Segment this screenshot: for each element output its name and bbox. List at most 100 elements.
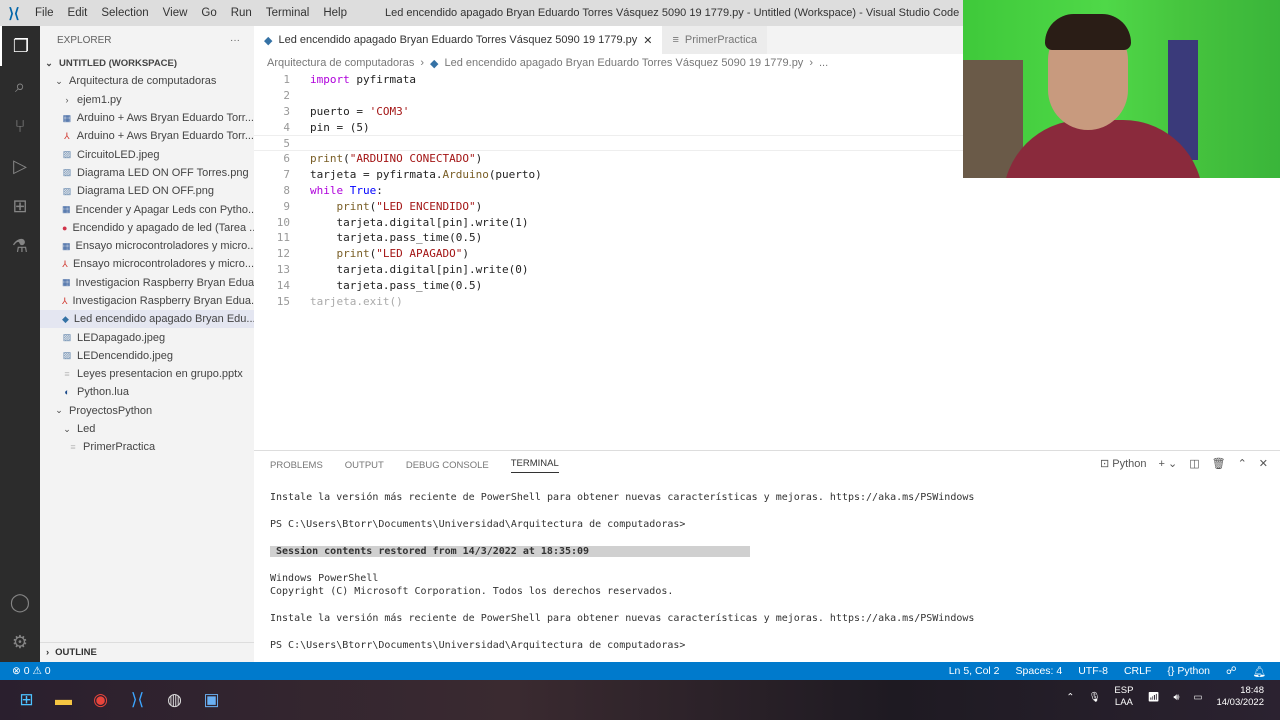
tab-terminal[interactable]: TERMINAL bbox=[510, 458, 559, 473]
file-item[interactable]: ▦ Ensayo microcontroladores y micro... bbox=[40, 237, 254, 255]
file-item[interactable]: ◐ Python.lua bbox=[40, 383, 254, 401]
pdf-icon: ⅄ bbox=[62, 295, 68, 306]
workspace-root[interactable]: ⌄ UNTITLED (WORKSPACE) bbox=[40, 54, 254, 72]
chevron-up-icon[interactable]: ⌃ bbox=[1066, 692, 1074, 703]
obs-icon[interactable]: ◍ bbox=[156, 690, 193, 710]
vscode-logo-icon: ⟩⟨ bbox=[8, 4, 20, 21]
terminal-panel: PROBLEMS OUTPUT DEBUG CONSOLE TERMINAL ⊡… bbox=[254, 450, 1280, 662]
window-title: Led encendido apagado Bryan Eduardo Torr… bbox=[385, 7, 960, 19]
webcam-overlay bbox=[963, 0, 1280, 178]
tab-output[interactable]: OUTPUT bbox=[345, 460, 384, 471]
tab-primerpractica[interactable]: ≡ PrimerPractica bbox=[662, 26, 768, 54]
new-terminal-button[interactable]: + ⌄ bbox=[1158, 457, 1177, 470]
split-terminal-button[interactable]: ◫ bbox=[1189, 457, 1199, 470]
folder-proyectospython[interactable]: ⌄ ProyectosPython bbox=[40, 402, 254, 420]
feedback-icon[interactable]: ☍ bbox=[1226, 665, 1237, 678]
file-item[interactable]: ▦ Investigacion Raspberry Bryan Edua... bbox=[40, 274, 254, 292]
menu-terminal[interactable]: Terminal bbox=[259, 7, 316, 19]
file-item[interactable]: ⅄ Ensayo microcontroladores y micro... bbox=[40, 255, 254, 273]
menu-file[interactable]: File bbox=[28, 7, 61, 19]
line-ending[interactable]: CRLF bbox=[1124, 665, 1151, 678]
breadcrumb-file[interactable]: Led encendido apagado Bryan Eduardo Torr… bbox=[445, 57, 804, 69]
code-line[interactable]: 15 tarjeta.exit() bbox=[254, 293, 1280, 309]
file-item[interactable]: ⅄ Investigacion Raspberry Bryan Edua... bbox=[40, 292, 254, 310]
clock[interactable]: 18:48 14/03/2022 bbox=[1216, 685, 1264, 709]
account-icon[interactable]: ◯ bbox=[0, 582, 40, 622]
terminal-output[interactable]: Instale la versión más reciente de Power… bbox=[254, 479, 1280, 653]
run-debug-icon[interactable]: ▷ bbox=[0, 146, 40, 186]
wifi-icon[interactable]: 📶︎ bbox=[1147, 692, 1159, 703]
chrome-icon[interactable]: ◉ bbox=[82, 690, 119, 710]
photos-icon[interactable]: ▣ bbox=[193, 690, 230, 710]
breadcrumb-symbol[interactable]: ... bbox=[819, 57, 828, 69]
menu-edit[interactable]: Edit bbox=[61, 7, 95, 19]
chevron-down-icon: ⌄ bbox=[55, 75, 63, 86]
code-line[interactable]: 13 tarjeta.digital[pin].write(0) bbox=[254, 262, 1280, 278]
microphone-icon[interactable]: 🎙︎ bbox=[1088, 692, 1100, 703]
maximize-panel-button[interactable]: ⌃ bbox=[1238, 457, 1247, 470]
tab-problems[interactable]: PROBLEMS bbox=[270, 460, 323, 471]
battery-icon[interactable]: ▭ bbox=[1193, 692, 1202, 703]
word-icon: ▦ bbox=[62, 112, 72, 123]
menu-run[interactable]: Run bbox=[224, 7, 259, 19]
file-item[interactable]: ▨ Diagrama LED ON OFF.png bbox=[40, 182, 254, 200]
indentation[interactable]: Spaces: 4 bbox=[1016, 665, 1063, 678]
tab-led-encendido[interactable]: ◆ Led encendido apagado Bryan Eduardo Tor… bbox=[254, 26, 663, 54]
file-item[interactable]: ▨ Diagrama LED ON OFF Torres.png bbox=[40, 164, 254, 182]
menu-help[interactable]: Help bbox=[316, 7, 354, 19]
word-icon: ▦ bbox=[62, 204, 71, 215]
close-panel-button[interactable]: ✕ bbox=[1259, 457, 1268, 470]
source-control-icon[interactable]: ⑂ bbox=[0, 106, 40, 146]
volume-icon[interactable]: 🔊︎ bbox=[1173, 692, 1179, 703]
file-label: Python.lua bbox=[77, 386, 129, 399]
folder-arquitectura[interactable]: ⌄ Arquitectura de computadoras bbox=[40, 72, 254, 90]
code-line[interactable]: 14 tarjeta.pass_time(0.5) bbox=[254, 277, 1280, 293]
gear-icon[interactable]: ⚙ bbox=[0, 622, 40, 662]
code-text: import pyfirmata bbox=[310, 73, 416, 87]
close-icon[interactable]: ✕ bbox=[643, 34, 652, 47]
windows-start-icon[interactable]: ⊞ bbox=[8, 690, 45, 710]
vscode-taskbar-icon[interactable]: ⟩⟨ bbox=[119, 690, 156, 710]
menu-view[interactable]: View bbox=[156, 7, 195, 19]
file-item[interactable]: ◆ Led encendido apagado Bryan Edu... bbox=[40, 310, 254, 329]
bell-icon[interactable]: 🔔︎ bbox=[1253, 665, 1266, 678]
language-mode[interactable]: {} Python bbox=[1167, 665, 1210, 678]
explorer-icon[interactable]: ❐ bbox=[0, 26, 40, 66]
file-item[interactable]: ● Encendido y apagado de led (Tarea ... bbox=[40, 219, 254, 237]
cursor-position[interactable]: Ln 5, Col 2 bbox=[949, 665, 1000, 678]
code-line[interactable]: 9 print("LED ENCENDIDO") bbox=[254, 198, 1280, 214]
breadcrumb-folder[interactable]: Arquitectura de computadoras bbox=[267, 57, 414, 69]
code-line[interactable]: 8 while True: bbox=[254, 183, 1280, 199]
file-item[interactable]: ▦ Arduino + Aws Bryan Eduardo Torr... bbox=[40, 109, 254, 127]
problems-status[interactable]: ⊗ 0 ⚠ 0 bbox=[0, 665, 51, 677]
menu-selection[interactable]: Selection bbox=[94, 7, 155, 19]
terminal-shell-selector[interactable]: ⊡ Python bbox=[1100, 457, 1147, 470]
code-line[interactable]: 11 tarjeta.pass_time(0.5) bbox=[254, 230, 1280, 246]
status-bar: ⊗ 0 ⚠ 0 Ln 5, Col 2 Spaces: 4 UTF-8 CRLF… bbox=[0, 662, 1280, 680]
tab-debug-console[interactable]: DEBUG CONSOLE bbox=[406, 460, 489, 471]
file-item[interactable]: › ejem1.py bbox=[40, 91, 254, 109]
code-line[interactable]: 12 print("LED APAGADO") bbox=[254, 246, 1280, 262]
testing-icon[interactable]: ⚗ bbox=[0, 226, 40, 266]
language-indicator[interactable]: ESP LAA bbox=[1114, 685, 1133, 709]
file-item[interactable]: ▦ Encender y Apagar Leds con Pytho... bbox=[40, 200, 254, 218]
extensions-icon[interactable]: ⊞ bbox=[0, 186, 40, 226]
explorer-title: EXPLORER bbox=[57, 34, 112, 46]
file-item[interactable]: ▨ LEDapagado.jpeg bbox=[40, 328, 254, 346]
outline-section[interactable]: › OUTLINE bbox=[40, 642, 254, 662]
more-actions-button[interactable]: ··· bbox=[230, 35, 240, 46]
file-item[interactable]: ≡ Leyes presentacion en grupo.pptx bbox=[40, 365, 254, 383]
file-item[interactable]: ⅄ Arduino + Aws Bryan Eduardo Torr... bbox=[40, 127, 254, 145]
menu-go[interactable]: Go bbox=[194, 7, 223, 19]
encoding[interactable]: UTF-8 bbox=[1078, 665, 1108, 678]
file-item[interactable]: ▨ CircuitoLED.jpeg bbox=[40, 145, 254, 163]
search-icon[interactable]: ⌕ bbox=[0, 66, 40, 106]
file-primerpractica[interactable]: ≡ PrimerPractica bbox=[40, 438, 254, 456]
file-item[interactable]: ▨ LEDencendido.jpeg bbox=[40, 347, 254, 365]
code-line[interactable]: 10 tarjeta.digital[pin].write(1) bbox=[254, 214, 1280, 230]
file-explorer-icon[interactable]: ▬ bbox=[45, 690, 82, 710]
folder-led[interactable]: ⌄ Led bbox=[40, 420, 254, 438]
trash-icon[interactable]: 🗑 bbox=[1212, 457, 1226, 470]
